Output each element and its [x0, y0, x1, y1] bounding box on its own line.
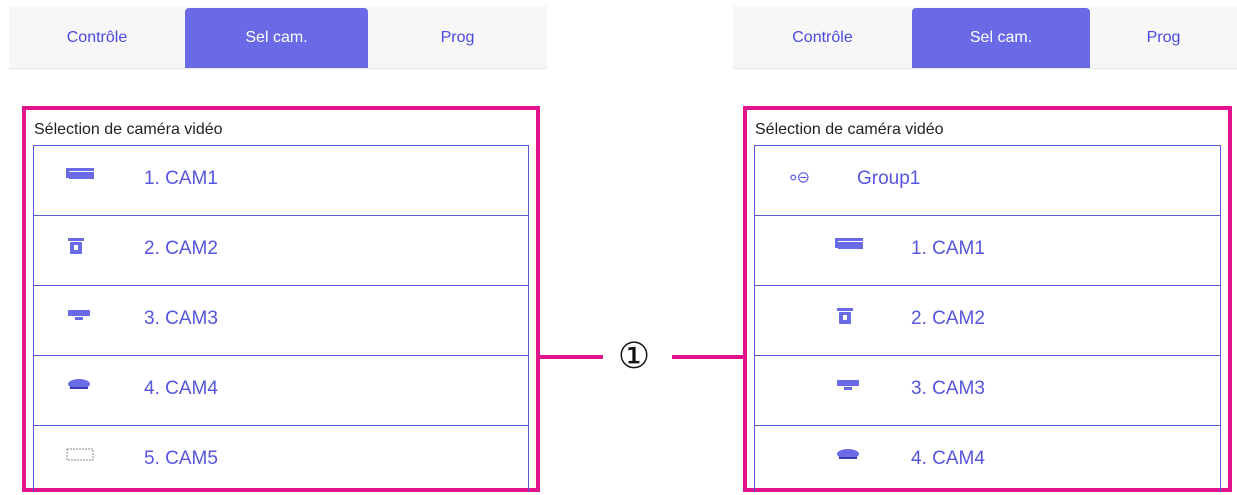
camera-list-item[interactable]: 5. CAM5 [34, 426, 528, 492]
dome-camera-icon [837, 380, 859, 390]
box-camera-icon [835, 238, 863, 249]
camera-list-item[interactable]: 2. CAM2 [755, 286, 1220, 356]
camera-list-item[interactable]: 2. CAM2 [34, 216, 528, 286]
camera-label: 2. CAM2 [911, 308, 985, 329]
section-title: Sélection de caméra vidéo [755, 121, 944, 138]
fisheye-camera-icon [68, 379, 90, 389]
section-title: Sélection de caméra vidéo [34, 121, 223, 138]
camera-group-item[interactable]: Group1 [755, 146, 1220, 216]
dome-camera-icon [68, 310, 90, 320]
group-collapse-icon [790, 172, 809, 183]
box-camera-icon [66, 168, 94, 179]
camera-list-item[interactable]: 4. CAM4 [34, 356, 528, 426]
callout-number-badge: ① [617, 336, 651, 377]
camera-list-item[interactable]: 1. CAM1 [755, 216, 1220, 286]
group-label: Group1 [857, 168, 921, 189]
fisheye-camera-icon [837, 449, 859, 459]
tab-prog[interactable]: Prog [1090, 8, 1237, 68]
highlight-frame-left: Sélection de caméra vidéo 1. CAM1 2. CAM… [22, 106, 540, 492]
tab-controle[interactable]: Contrôle [733, 8, 912, 68]
tab-sel-cam[interactable]: Sel cam. [912, 8, 1090, 68]
camera-label: 3. CAM3 [144, 308, 218, 329]
tab-bar: Contrôle Sel cam. Prog [733, 6, 1237, 69]
camera-label: 4. CAM4 [911, 448, 985, 469]
camera-label: 1. CAM1 [911, 238, 985, 259]
tab-bar: Contrôle Sel cam. Prog [9, 6, 547, 69]
highlight-frame-right: Sélection de caméra vidéo Group1 1. CAM1 [743, 106, 1232, 492]
camera-list: 1. CAM1 2. CAM2 3. CAM3 4. CAM4 5. CAM5 [33, 145, 529, 492]
ptz-camera-icon [68, 238, 84, 254]
callout-connector-right [672, 355, 743, 359]
camera-label: 2. CAM2 [144, 238, 218, 259]
camera-list-item[interactable]: 3. CAM3 [755, 356, 1220, 426]
camera-list-item[interactable]: 4. CAM4 [755, 426, 1220, 492]
ptz-camera-icon [837, 308, 853, 324]
tab-controle[interactable]: Contrôle [9, 8, 185, 68]
tab-sel-cam[interactable]: Sel cam. [185, 8, 368, 68]
camera-label: 5. CAM5 [144, 448, 218, 469]
camera-label: 1. CAM1 [144, 168, 218, 189]
generic-camera-icon [66, 448, 94, 461]
callout-connector-left [540, 355, 603, 359]
camera-list-item[interactable]: 3. CAM3 [34, 286, 528, 356]
camera-label: 4. CAM4 [144, 378, 218, 399]
camera-list-item[interactable]: 1. CAM1 [34, 146, 528, 216]
camera-label: 3. CAM3 [911, 378, 985, 399]
tab-prog[interactable]: Prog [368, 8, 547, 68]
camera-list: Group1 1. CAM1 2. CAM2 3. CAM3 4. CAM4 [754, 145, 1221, 492]
